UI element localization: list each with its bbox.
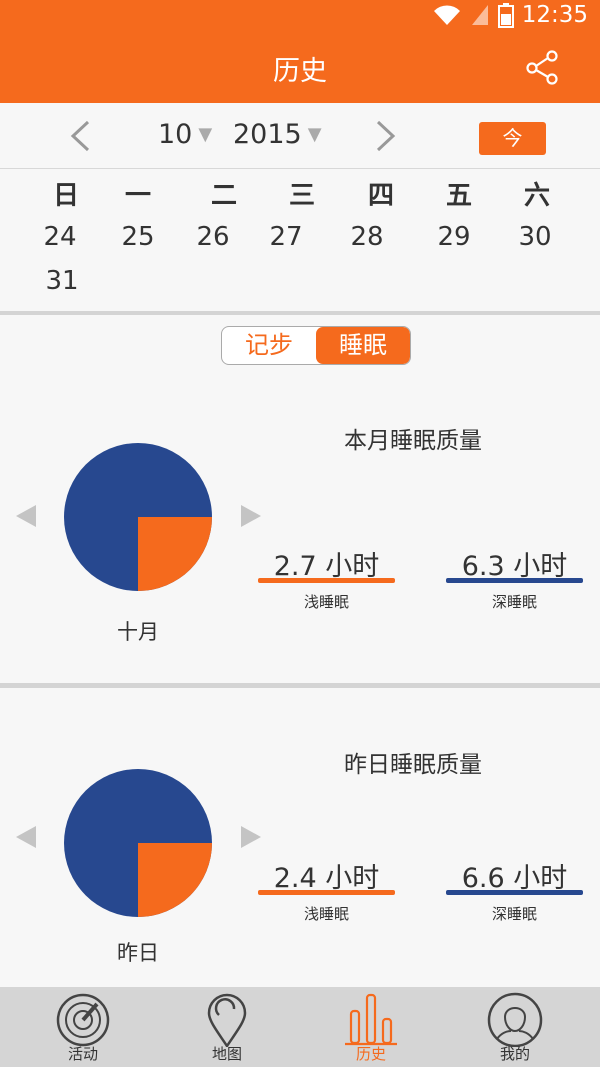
calendar-days: 24 25 26 27 28 29 30 31 — [0, 218, 600, 310]
calendar-day[interactable]: 31 — [24, 266, 100, 296]
today-button[interactable]: 今 — [479, 122, 546, 155]
calendar-day[interactable]: 28 — [329, 222, 405, 252]
tab-history[interactable]: 历史 — [296, 987, 446, 1067]
light-sleep-underline — [258, 578, 395, 583]
weekday-sat: 六 — [523, 181, 550, 211]
toggle-sleep[interactable]: 睡眠 — [316, 327, 410, 364]
signal-icon — [471, 5, 488, 25]
section-divider — [0, 683, 600, 688]
bottom-tab-bar: 活动 地图 历史 我的 — [0, 987, 600, 1067]
status-time: 12:35 — [521, 2, 588, 28]
dropdown-arrow-icon: ▼ — [198, 124, 213, 145]
weekday-fri: 五 — [445, 181, 472, 211]
month-pie-label: 十月 — [117, 620, 159, 644]
deep-sleep-underline — [446, 578, 583, 583]
deep-sleep-label: 深睡眠 — [491, 593, 537, 611]
battery-icon — [497, 3, 514, 28]
tab-profile[interactable]: 我的 — [440, 987, 590, 1067]
calendar-day[interactable]: 25 — [100, 222, 176, 252]
map-pin-icon — [207, 993, 247, 1047]
section-divider — [0, 311, 600, 315]
light-sleep-underline — [258, 890, 395, 895]
prev-arrow-icon[interactable] — [14, 824, 38, 850]
app-header: 历史 — [0, 35, 600, 103]
profile-icon — [487, 992, 543, 1047]
activity-icon — [56, 993, 110, 1047]
month-sleep-title: 本月睡眠质量 — [344, 428, 482, 454]
deep-sleep-label: 深睡眠 — [491, 905, 537, 923]
weekday-tue: 二 — [210, 181, 237, 211]
dropdown-arrow-icon: ▼ — [307, 124, 322, 145]
day-pie-label: 昨日 — [117, 941, 159, 965]
status-bar: 12:35 — [0, 0, 600, 35]
share-icon[interactable] — [524, 49, 560, 85]
calendar-day[interactable]: 30 — [497, 222, 573, 252]
year-value: 2015 — [233, 119, 302, 150]
date-selector: 10 ▼ 2015 ▼ 今 — [0, 103, 600, 169]
weekday-wed: 三 — [288, 181, 315, 211]
month-dropdown[interactable]: 10 ▼ — [158, 119, 212, 150]
month-value: 10 — [158, 119, 193, 150]
weekday-mon: 一 — [124, 181, 151, 211]
weekday-sun: 日 — [52, 181, 79, 211]
year-dropdown[interactable]: 2015 ▼ — [233, 119, 322, 150]
mode-toggle: 记步 睡眠 — [221, 326, 411, 365]
next-arrow-icon[interactable] — [239, 503, 263, 529]
day-sleep-pie — [64, 769, 212, 917]
calendar-day[interactable]: 29 — [416, 222, 492, 252]
tab-activity[interactable]: 活动 — [8, 987, 158, 1067]
calendar-weekday-header: 日 一 二 三 四 五 六 — [0, 168, 600, 211]
tab-label: 历史 — [355, 1045, 386, 1063]
light-sleep-label: 浅睡眠 — [303, 593, 349, 611]
chevron-left-icon[interactable] — [66, 119, 94, 153]
month-sleep-pie — [64, 443, 212, 591]
light-sleep-slice — [138, 843, 212, 917]
tab-label: 活动 — [67, 1045, 98, 1063]
weekday-thu: 四 — [367, 181, 394, 211]
prev-arrow-icon[interactable] — [14, 503, 38, 529]
chevron-right-icon[interactable] — [372, 119, 400, 153]
tab-label: 我的 — [499, 1045, 530, 1063]
wifi-icon — [433, 5, 460, 25]
deep-sleep-underline — [446, 890, 583, 895]
next-arrow-icon[interactable] — [239, 824, 263, 850]
history-bars-icon — [345, 993, 397, 1046]
toggle-steps[interactable]: 记步 — [222, 327, 316, 364]
tab-label: 地图 — [211, 1045, 242, 1063]
page-title: 历史 — [273, 56, 327, 87]
light-sleep-slice — [138, 517, 212, 591]
day-sleep-title: 昨日睡眠质量 — [344, 752, 482, 778]
tab-map[interactable]: 地图 — [152, 987, 302, 1067]
calendar-day[interactable]: 26 — [175, 222, 251, 252]
calendar-day[interactable]: 24 — [22, 222, 98, 252]
calendar-day[interactable]: 27 — [248, 222, 324, 252]
light-sleep-label: 浅睡眠 — [303, 905, 349, 923]
